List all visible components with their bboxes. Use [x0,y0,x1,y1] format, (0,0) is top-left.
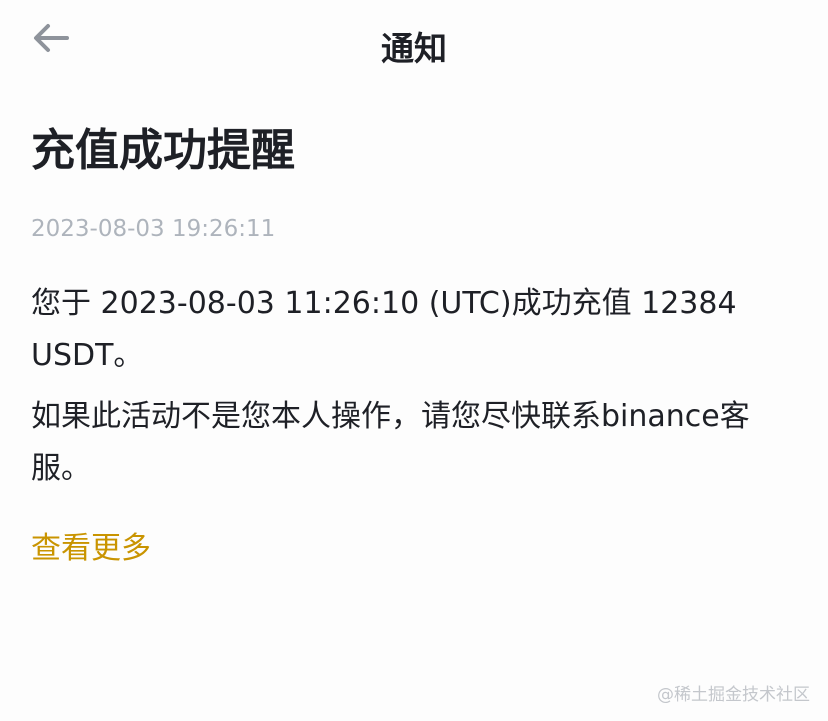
notice-title: 充值成功提醒 [31,125,295,176]
page-title: 通知 [381,29,447,68]
notice-timestamp: 2023-08-03 19:26:11 [31,216,276,242]
view-more-link[interactable]: 查看更多 [31,526,151,572]
notice-body: 您于 2023-08-03 11:26:10 (UTC)成功充值 12384 U… [31,278,806,504]
notice-paragraph-warning: 如果此活动不是您本人操作，请您尽快联系binance客服。 [31,399,750,486]
notice-paragraph-deposit: 您于 2023-08-03 11:26:10 (UTC)成功充值 12384 U… [31,286,737,373]
watermark: @稀土掘金技术社区 [657,685,810,705]
